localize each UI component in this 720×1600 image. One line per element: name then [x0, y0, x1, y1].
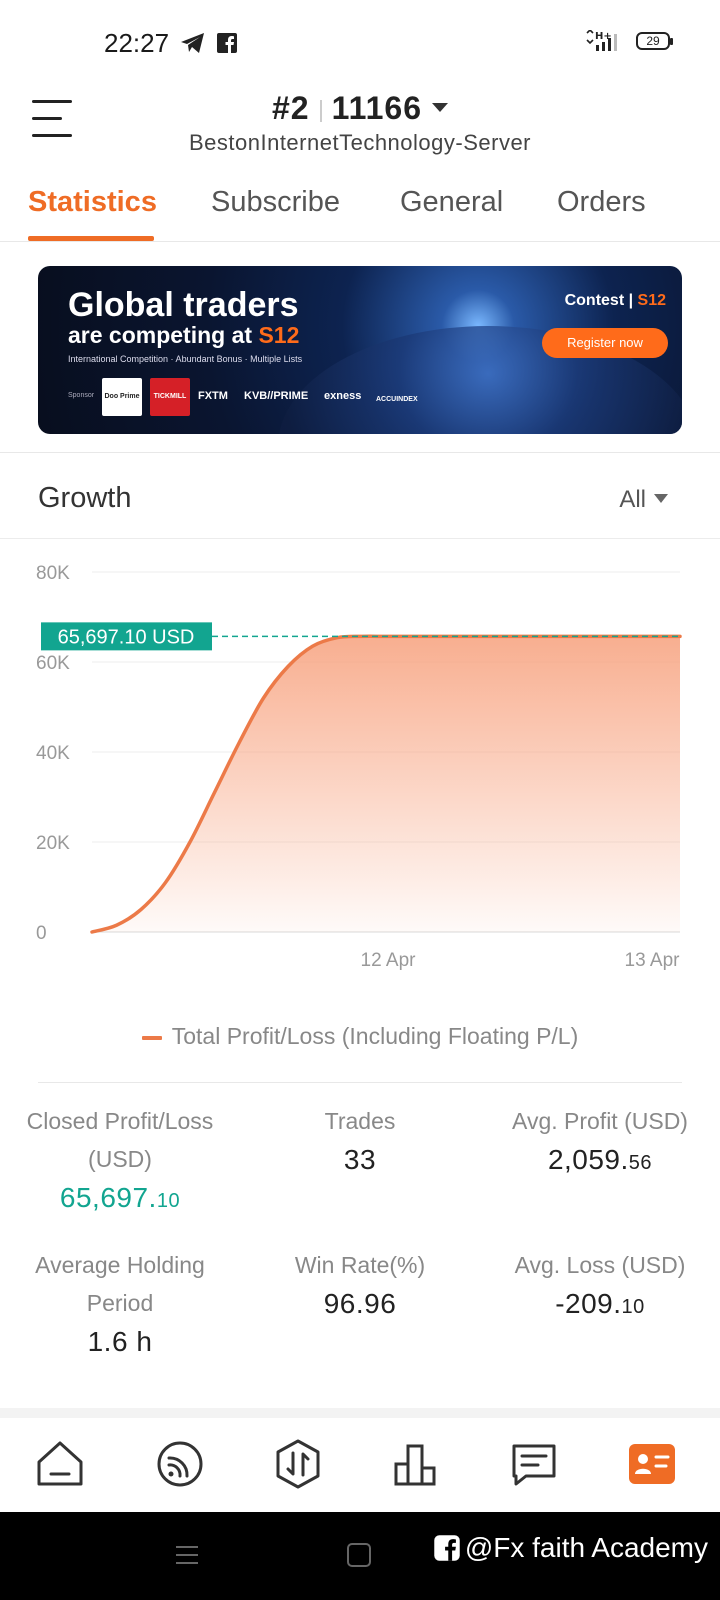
tab-orders[interactable]: Orders: [557, 186, 646, 219]
tab-general[interactable]: General: [400, 186, 503, 219]
system-navigation-bar: @Fx faith Academy: [0, 1512, 720, 1600]
bottom-navigation: [0, 1418, 720, 1512]
tab-bar: Statistics Subscribe General Orders: [0, 178, 720, 242]
account-id: 11166: [331, 90, 423, 126]
stat-label: Average Holding Period: [35, 1252, 205, 1316]
stat-avg-holding-period: Average Holding Period 1.6 h: [10, 1246, 230, 1358]
sponsor-kvb-prime: KVB//PRIME: [244, 390, 309, 402]
tab-statistics[interactable]: Statistics: [28, 186, 157, 219]
stat-label: Avg. Profit (USD): [512, 1108, 688, 1134]
banner-title: Global traders: [68, 286, 299, 324]
sponsor-label: Sponsor: [68, 392, 95, 399]
signal-icon[interactable]: [154, 1438, 206, 1490]
message-icon[interactable]: [508, 1438, 560, 1490]
divider: [38, 1082, 682, 1083]
x-tick-label: 12 Apr: [361, 950, 417, 971]
cellular-signal-icon: H+: [586, 30, 617, 51]
stat-value: 1.6 h: [87, 1326, 153, 1357]
sponsor-accuindex: ACCUINDEX: [376, 396, 418, 403]
x-tick-label: 13 Apr: [625, 950, 681, 971]
sponsor-tickmill: TICKMILL: [150, 378, 190, 416]
banner-tagline: International Competition · Abundant Bon…: [68, 354, 303, 364]
chart-legend: Total Profit/Loss (Including Floating P/…: [0, 1023, 720, 1050]
app-header: #2 11166 BestonInternetTechnology-Server: [0, 90, 720, 170]
growth-title: Growth: [38, 482, 132, 514]
tab-subscribe[interactable]: Subscribe: [211, 186, 340, 219]
stat-value: 96.96: [323, 1288, 397, 1319]
sponsor-exness: exness: [324, 390, 362, 402]
status-bar: 22:27 H+ 29: [0, 0, 720, 90]
range-dropdown[interactable]: All: [619, 486, 668, 514]
stat-label: Win Rate(%): [294, 1252, 426, 1278]
account-number: #2: [271, 90, 310, 126]
watermark: @Fx faith Academy: [433, 1532, 708, 1564]
stat-label: Trades: [324, 1108, 396, 1134]
stat-avg-loss: Avg. Loss (USD) -209.10: [490, 1246, 710, 1320]
legend-swatch: [141, 1035, 162, 1040]
series-area: [92, 636, 680, 932]
server-name: BestonInternetTechnology-Server: [188, 130, 532, 155]
stat-win-rate: Win Rate(%) 96.96: [260, 1246, 460, 1320]
account-selector[interactable]: #2 11166: [0, 90, 720, 127]
y-tick-label: 80K: [36, 563, 70, 584]
stat-avg-profit: Avg. Profit (USD) 2,059.56: [490, 1102, 710, 1176]
stat-trades: Trades 33: [260, 1102, 460, 1176]
divider: [0, 452, 720, 453]
stat-value: 65,697.10: [59, 1182, 181, 1213]
sponsor-fxtm: FXTM: [198, 390, 228, 402]
home-button-icon[interactable]: [346, 1542, 372, 1568]
y-tick-label: 60K: [36, 653, 70, 674]
chart-bars-icon[interactable]: [390, 1438, 442, 1490]
stat-value: -209.10: [555, 1288, 645, 1319]
recents-icon[interactable]: [174, 1542, 200, 1568]
facebook-icon: [217, 33, 237, 53]
sponsor-doo-prime: Doo Prime: [102, 378, 142, 416]
chevron-down-icon: [432, 103, 449, 113]
stat-value: 2,059.56: [547, 1144, 653, 1175]
register-now-button[interactable]: Register now: [542, 328, 668, 358]
growth-chart[interactable]: 80K 60K 40K 20K 0 12 Apr 13 Apr 65,697.10 USD: [0, 560, 720, 1000]
telegram-icon: [181, 33, 204, 53]
facebook-icon: [434, 1535, 460, 1561]
status-time: 22:27: [104, 28, 170, 58]
banner-subtitle: are competing at S12: [68, 322, 300, 348]
contest-label: Contest | S12: [564, 292, 666, 309]
stat-label: Avg. Loss (USD): [514, 1252, 686, 1278]
promo-banner[interactable]: Global traders are competing at S12 Inte…: [38, 266, 682, 434]
current-value-label: 65,697.10 USD: [58, 626, 195, 648]
stat-closed-pl: Closed Profit/Loss (USD) 65,697.10: [10, 1102, 230, 1214]
divider: [0, 1408, 720, 1418]
divider: [0, 538, 720, 539]
y-tick-label: 20K: [36, 833, 70, 854]
stat-label: Closed Profit/Loss (USD): [26, 1108, 214, 1172]
battery-indicator: 29: [636, 32, 673, 50]
legend-label: Total Profit/Loss (Including Floating P/…: [171, 1023, 579, 1049]
home-icon[interactable]: [34, 1438, 86, 1490]
y-tick-label: 40K: [36, 743, 70, 764]
trade-icon[interactable]: [272, 1438, 324, 1490]
chevron-down-icon: [654, 494, 668, 504]
stat-value: 33: [343, 1144, 377, 1175]
active-tab-indicator: [28, 236, 154, 241]
y-tick-label: 0: [36, 923, 47, 944]
profile-card-icon[interactable]: [626, 1438, 678, 1490]
